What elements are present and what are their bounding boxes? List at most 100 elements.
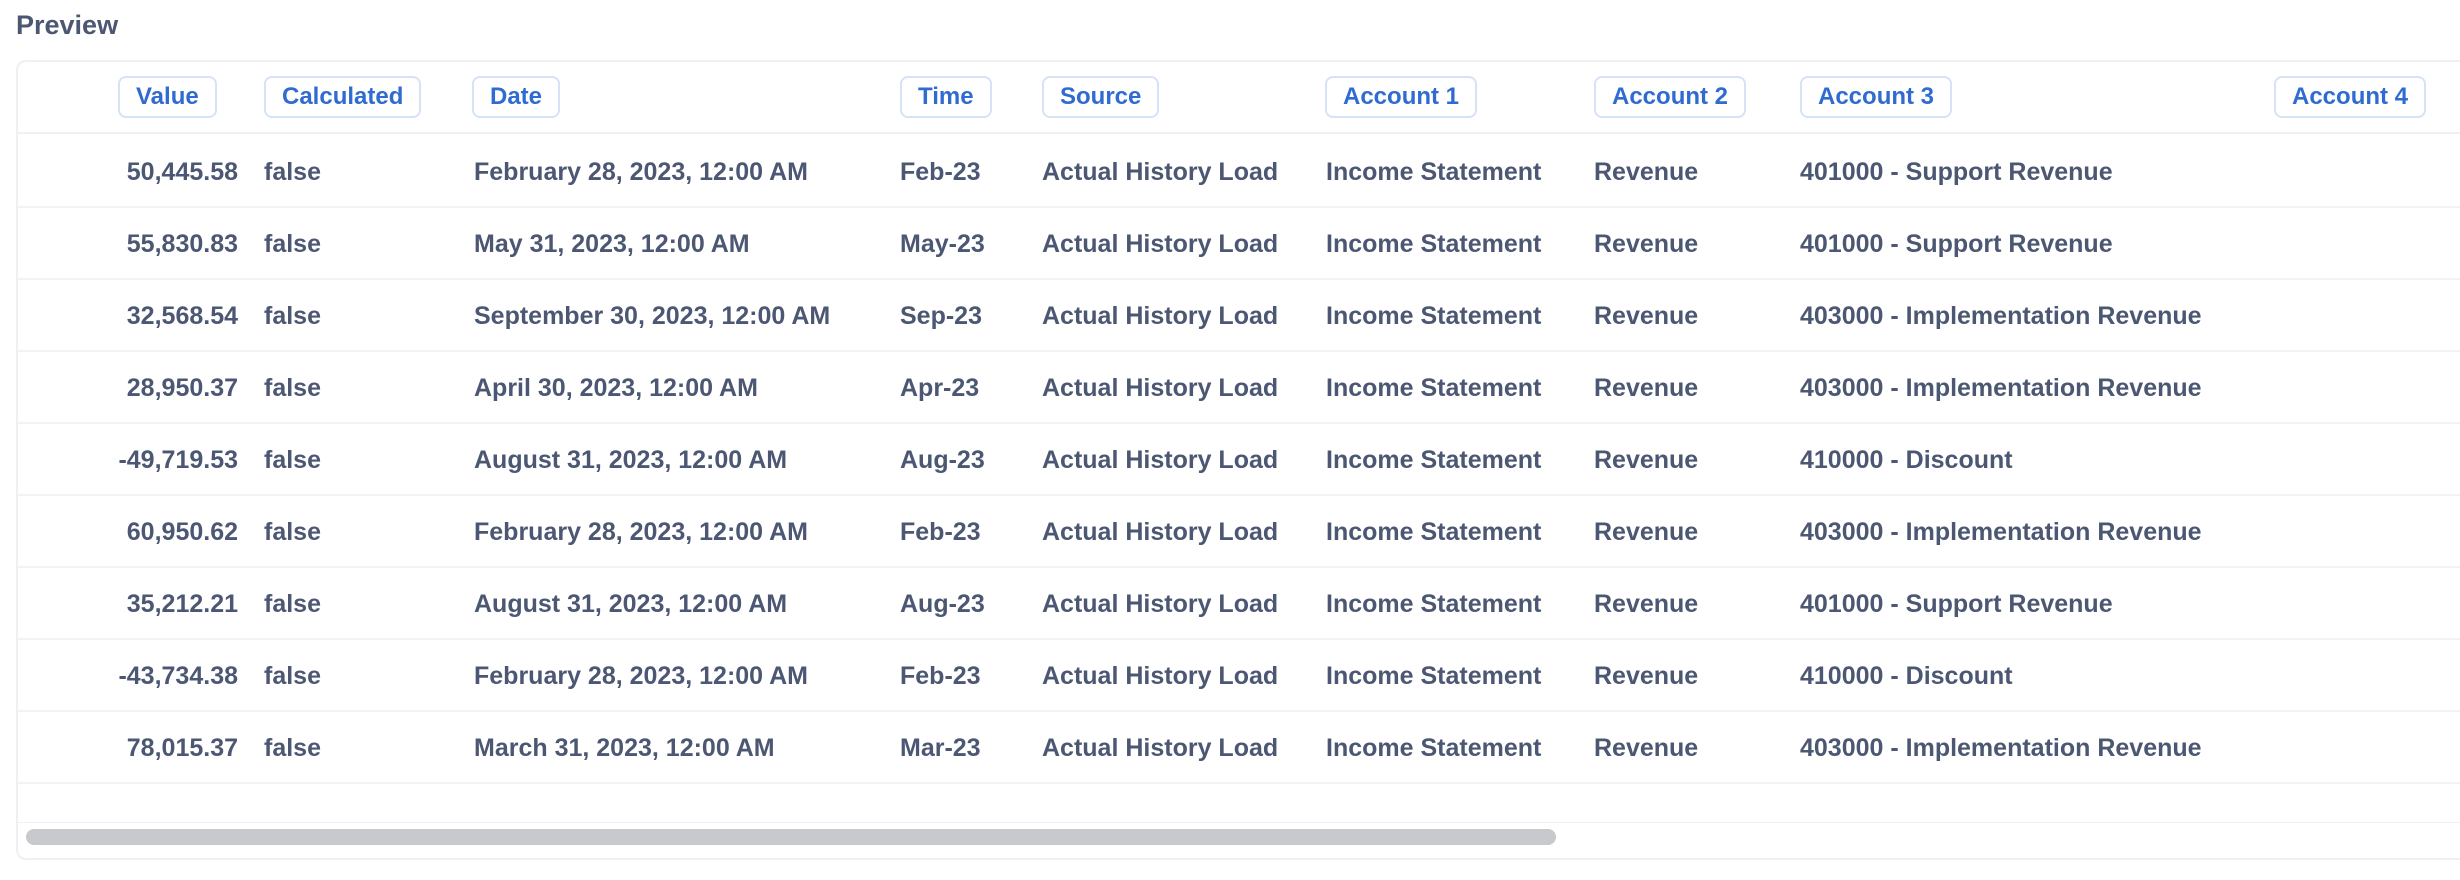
- cell-account-3: 403000 - Implementation Revenue: [1800, 518, 2202, 546]
- column-header-date[interactable]: Date: [472, 76, 561, 118]
- table-row[interactable]: 78,015.37 false March 31, 2023, 12:00 AM Ma…: [18, 712, 2460, 784]
- column-header-time[interactable]: Time: [900, 76, 992, 118]
- cell-date: August 31, 2023, 12:00 AM: [474, 446, 788, 474]
- cell-account-1: Income Statement: [1326, 662, 1542, 690]
- cell-time: Feb-23: [900, 662, 981, 690]
- cell-value: 28,950.37: [126, 374, 238, 402]
- cell-date: September 30, 2023, 12:00 AM: [474, 302, 831, 330]
- cell-account-3: 401000 - Support Revenue: [1800, 158, 2113, 186]
- cell-value: 66,443.52: [38, 784, 238, 806]
- scrollbar-thumb[interactable]: [26, 829, 1556, 845]
- cell-time: Aug-23: [900, 446, 985, 474]
- cell-calculated: false: [264, 518, 321, 546]
- cell-account-2: Revenue: [1594, 518, 1699, 546]
- cell-time: Aug-23: [900, 784, 985, 806]
- table-body: 50,445.58 false February 28, 2023, 12:00 A…: [18, 136, 2460, 806]
- table-row[interactable]: 35,212.21 false August 31, 2023, 12:00 AM A…: [18, 568, 2460, 640]
- cell-account-1: Income Statement: [1326, 734, 1542, 762]
- column-header-account-1[interactable]: Account 1: [1325, 76, 1478, 118]
- column-header-account-2[interactable]: Account 2: [1594, 76, 1747, 118]
- cell-account-2: Revenue: [1594, 590, 1699, 618]
- cell-date: August 31, 2023, 12:00 AM: [474, 784, 787, 806]
- cell-calculated: false: [264, 662, 321, 690]
- column-header-value[interactable]: Value: [118, 76, 217, 118]
- table-row[interactable]: 50,445.58 false February 28, 2023, 12:00 A…: [18, 136, 2460, 208]
- cell-account-3: 410000 - Discount: [1800, 446, 2013, 474]
- cell-account-3: 403000 - Implementation Revenue: [1800, 734, 2202, 762]
- cell-date: April 30, 2023, 12:00 AM: [474, 374, 758, 402]
- cell-value: 55,830.83: [126, 230, 238, 258]
- cell-source: Actual History Load: [1042, 158, 1279, 186]
- cell-account-1: Income Statement: [1326, 374, 1542, 402]
- cell-time: May-23: [900, 230, 985, 258]
- cell-account-3: 401000 - Support Revenue: [1800, 590, 2113, 618]
- cell-calculated: false: [264, 446, 321, 474]
- cell-time: Mar-23: [900, 734, 981, 762]
- cell-account-3: 403000 - Implementation Revenue: [1800, 374, 2202, 402]
- cell-calculated: false: [264, 590, 321, 618]
- cell-account-1: Income Statement: [1326, 158, 1542, 186]
- cell-time: Feb-23: [900, 518, 981, 546]
- table-row[interactable]: 66,443.52 false August 31, 2023, 12:00 AM A…: [18, 784, 2460, 806]
- cell-time: Feb-23: [900, 158, 981, 186]
- table-row[interactable]: -49,719.53 false August 31, 2023, 12:00 AM…: [18, 424, 2460, 496]
- cell-source: Actual History Load: [1042, 590, 1279, 618]
- cell-account-2: Revenue: [1594, 302, 1699, 330]
- cell-date: March 31, 2023, 12:00 AM: [474, 734, 775, 762]
- cell-account-1: Income Statement: [1326, 590, 1542, 618]
- table-header-row: Value Calculated Date Time Source Accoun…: [18, 62, 2460, 134]
- preview-table: Value Calculated Date Time Source Accoun…: [16, 60, 2460, 860]
- column-header-account-4[interactable]: Account 4: [2274, 76, 2427, 118]
- cell-calculated: false: [264, 784, 321, 806]
- cell-calculated: false: [264, 158, 321, 186]
- cell-time: Aug-23: [900, 590, 985, 618]
- cell-account-2: Revenue: [1594, 784, 1698, 806]
- cell-account-3: 401000 - Support Revenue: [1800, 230, 2113, 258]
- column-header-calculated[interactable]: Calculated: [264, 76, 422, 118]
- table-row[interactable]: -43,734.38 false February 28, 2023, 12:00 …: [18, 640, 2460, 712]
- cell-source: Actual History Load: [1042, 784, 1278, 806]
- table-row[interactable]: 60,950.62 false February 28, 2023, 12:00 A…: [18, 496, 2460, 568]
- horizontal-scrollbar[interactable]: [18, 822, 2460, 846]
- cell-source: Actual History Load: [1042, 302, 1279, 330]
- cell-account-3: 401000 - Support Revenue: [1800, 784, 2113, 806]
- table-row[interactable]: 28,950.37 false April 30, 2023, 12:00 AM Ap…: [18, 352, 2460, 424]
- cell-account-1: Income Statement: [1326, 518, 1542, 546]
- table-row[interactable]: 55,830.83 false May 31, 2023, 12:00 AM May-…: [18, 208, 2460, 280]
- column-header-source[interactable]: Source: [1042, 76, 1160, 118]
- cell-account-2: Revenue: [1594, 374, 1699, 402]
- cell-value: 50,445.58: [126, 158, 238, 186]
- cell-account-2: Revenue: [1594, 158, 1699, 186]
- cell-account-3: 410000 - Discount: [1800, 662, 2013, 690]
- cell-account-2: Revenue: [1594, 446, 1699, 474]
- cell-account-2: Revenue: [1594, 662, 1699, 690]
- cell-source: Actual History Load: [1042, 518, 1279, 546]
- cell-value: 78,015.37: [126, 734, 238, 762]
- page-title: Preview: [16, 10, 119, 40]
- cell-account-2: Revenue: [1594, 230, 1699, 258]
- cell-value: -43,734.38: [118, 662, 238, 690]
- cell-source: Actual History Load: [1042, 374, 1279, 402]
- cell-account-1: Income Statement: [1326, 446, 1542, 474]
- cell-date: August 31, 2023, 12:00 AM: [474, 590, 788, 618]
- cell-date: May 31, 2023, 12:00 AM: [474, 230, 750, 258]
- cell-time: Apr-23: [900, 374, 980, 402]
- cell-value: 60,950.62: [126, 518, 238, 546]
- cell-account-2: Revenue: [1594, 734, 1699, 762]
- cell-source: Actual History Load: [1042, 734, 1279, 762]
- cell-value: -49,719.53: [118, 446, 238, 474]
- cell-date: February 28, 2023, 12:00 AM: [474, 158, 808, 186]
- cell-calculated: false: [264, 734, 321, 762]
- cell-account-1: Income Statement: [1326, 784, 1541, 806]
- table-row[interactable]: 32,568.54 false September 30, 2023, 12:00 …: [18, 280, 2460, 352]
- cell-calculated: false: [264, 302, 321, 330]
- cell-account-3: 403000 - Implementation Revenue: [1800, 302, 2202, 330]
- cell-source: Actual History Load: [1042, 230, 1279, 258]
- column-header-account-3[interactable]: Account 3: [1800, 76, 1953, 118]
- cell-source: Actual History Load: [1042, 446, 1279, 474]
- cell-value: 32,568.54: [126, 302, 238, 330]
- cell-date: February 28, 2023, 12:00 AM: [474, 662, 808, 690]
- cell-date: February 28, 2023, 12:00 AM: [474, 518, 808, 546]
- cell-calculated: false: [264, 374, 321, 402]
- cell-account-1: Income Statement: [1326, 230, 1542, 258]
